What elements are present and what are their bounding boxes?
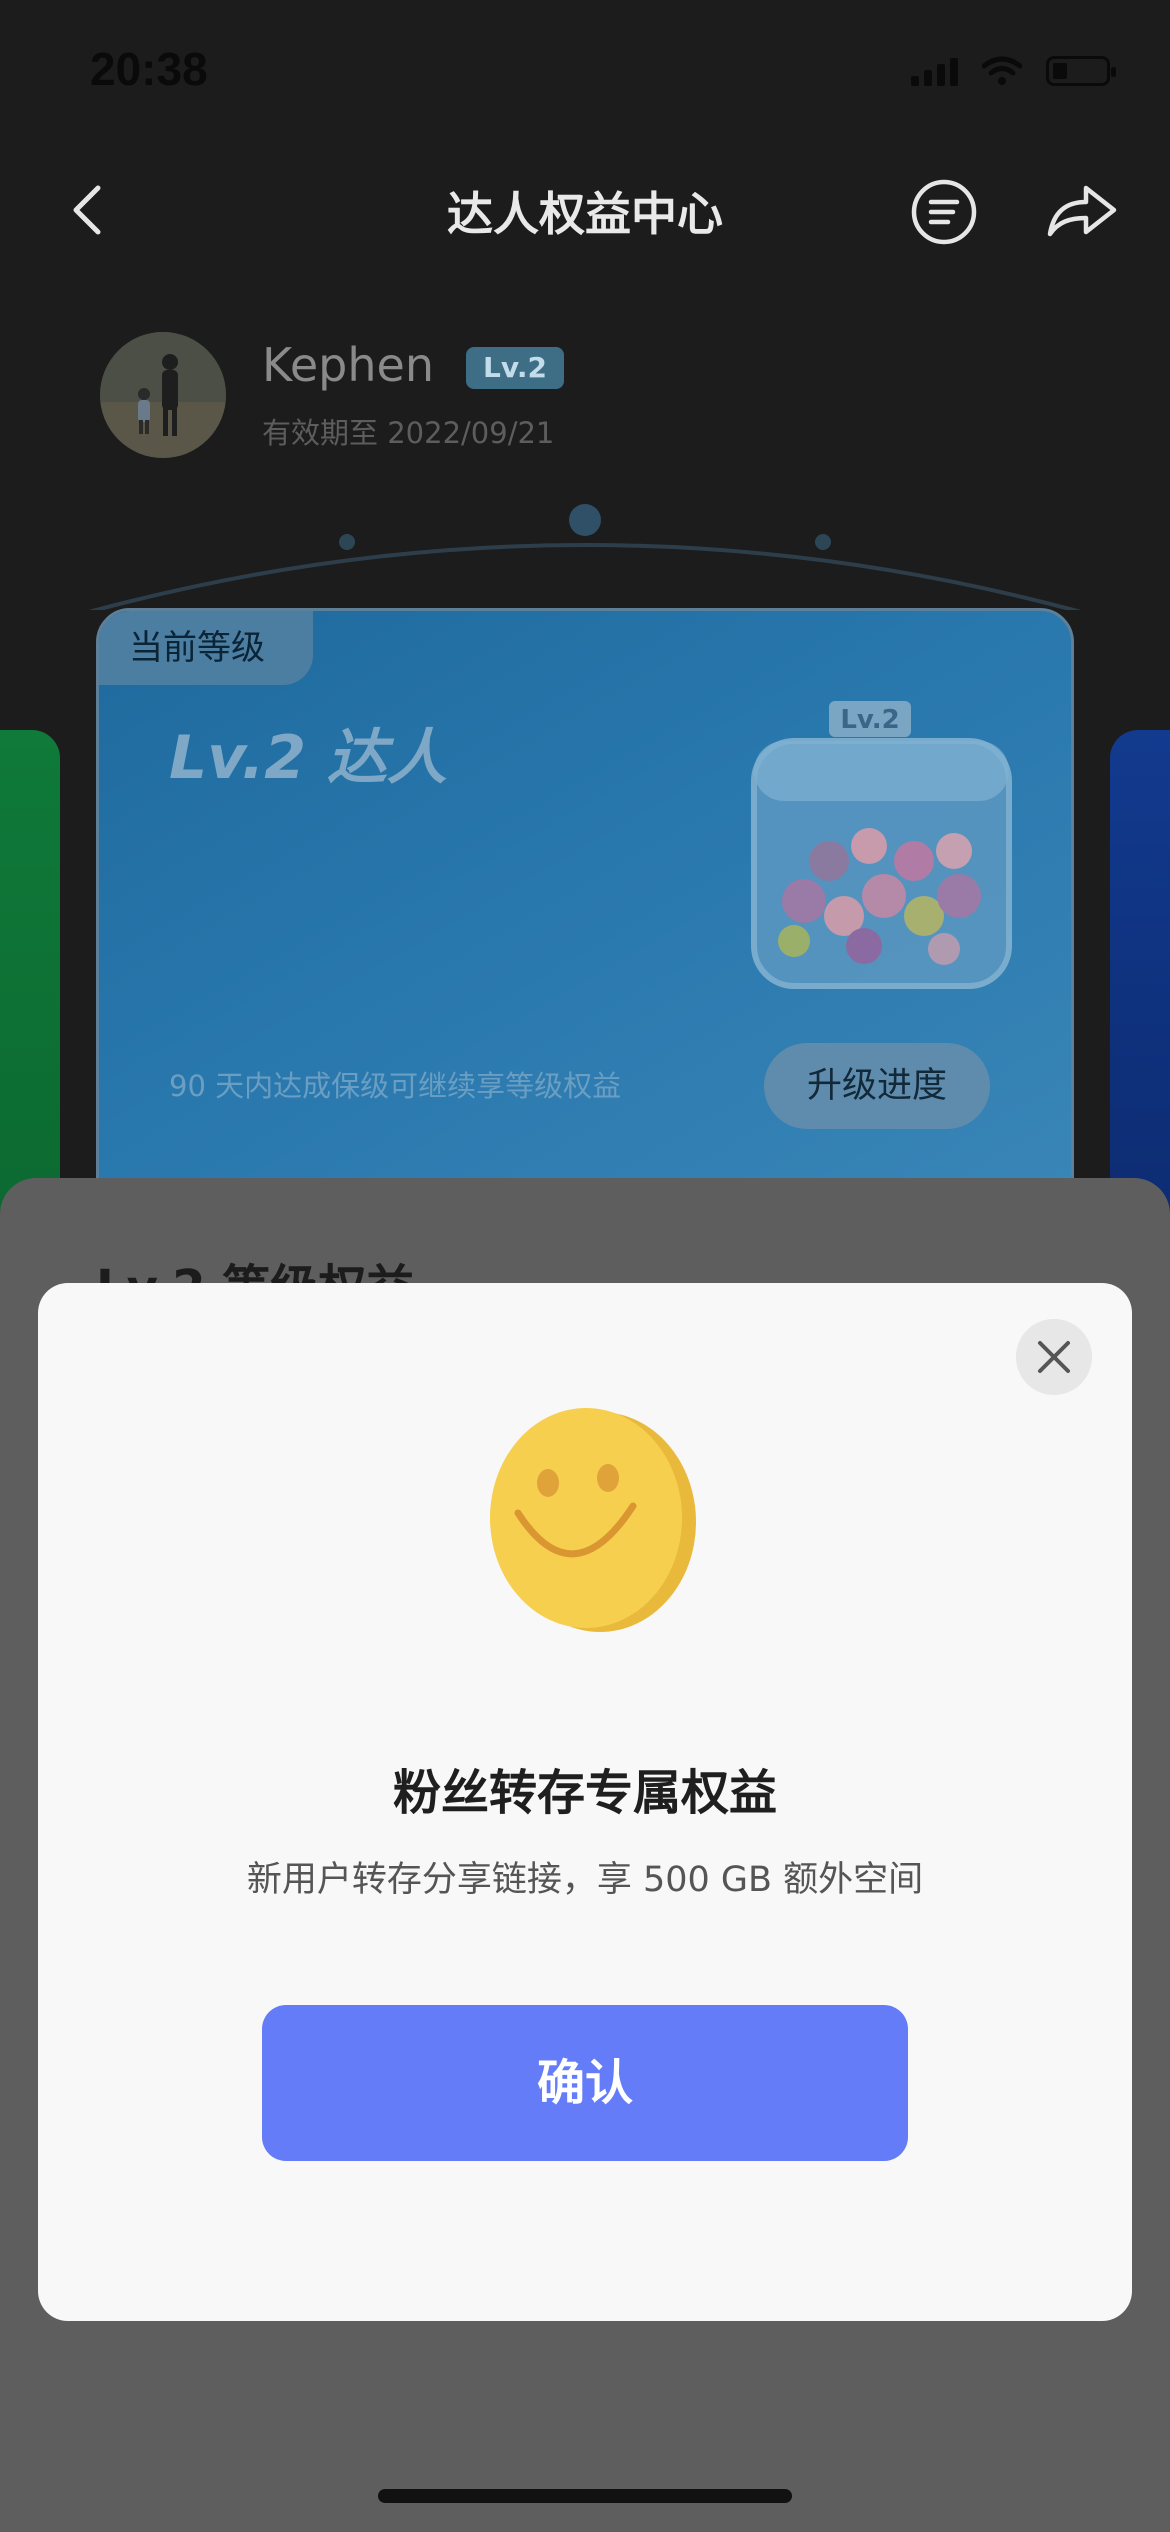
upgrade-progress-button[interactable]: 升级进度: [764, 1043, 990, 1129]
status-bar: 20:38: [0, 0, 1170, 140]
smiley-face-icon: [490, 1408, 696, 1632]
signal-icon: [911, 56, 958, 86]
avatar-photo: [100, 332, 226, 458]
status-icons: [911, 56, 1116, 86]
battery-icon: [1046, 56, 1116, 86]
status-time: 20:38: [90, 43, 208, 95]
current-level-card: 当前等级 Lv.2 达人 Lv.2 90 天内达成保级可继续享等级权益 升级进度: [96, 608, 1074, 1228]
level-progress-arc: [88, 504, 1082, 610]
username: Kephen: [262, 338, 434, 392]
nav-bar: 达人权益中心: [0, 170, 1170, 250]
confirm-button[interactable]: 确认: [262, 2005, 908, 2161]
benefit-modal: 粉丝转存专属权益 新用户转存分享链接，享 500 GB 额外空间 确认: [38, 1283, 1132, 2321]
validity-date: 有效期至 2022/09/21: [262, 416, 555, 450]
modal-title: 粉丝转存专属权益: [392, 1765, 777, 1821]
jar-illustration: Lv.2: [751, 701, 1012, 989]
close-icon[interactable]: [1016, 1319, 1092, 1395]
current-level-tag: 当前等级: [99, 611, 313, 685]
level-card-next[interactable]: [1110, 730, 1170, 1210]
wifi-icon: [982, 56, 1022, 85]
list-circle-icon[interactable]: [910, 178, 978, 246]
level-badge: Lv.2: [466, 347, 564, 389]
level-keep-note: 90 天内达成保级可继续享等级权益: [169, 1069, 622, 1103]
level-card-prev[interactable]: [0, 730, 60, 1210]
avatar[interactable]: [100, 332, 226, 458]
page-title: 达人权益中心: [447, 187, 723, 241]
home-indicator[interactable]: [378, 2489, 792, 2503]
level-title: Lv.2 达人: [169, 723, 447, 793]
share-arrow-icon[interactable]: [1044, 178, 1120, 246]
jar-level-badge: Lv.2: [840, 705, 899, 735]
modal-description: 新用户转存分享链接，享 500 GB 额外空间: [246, 1860, 924, 1900]
